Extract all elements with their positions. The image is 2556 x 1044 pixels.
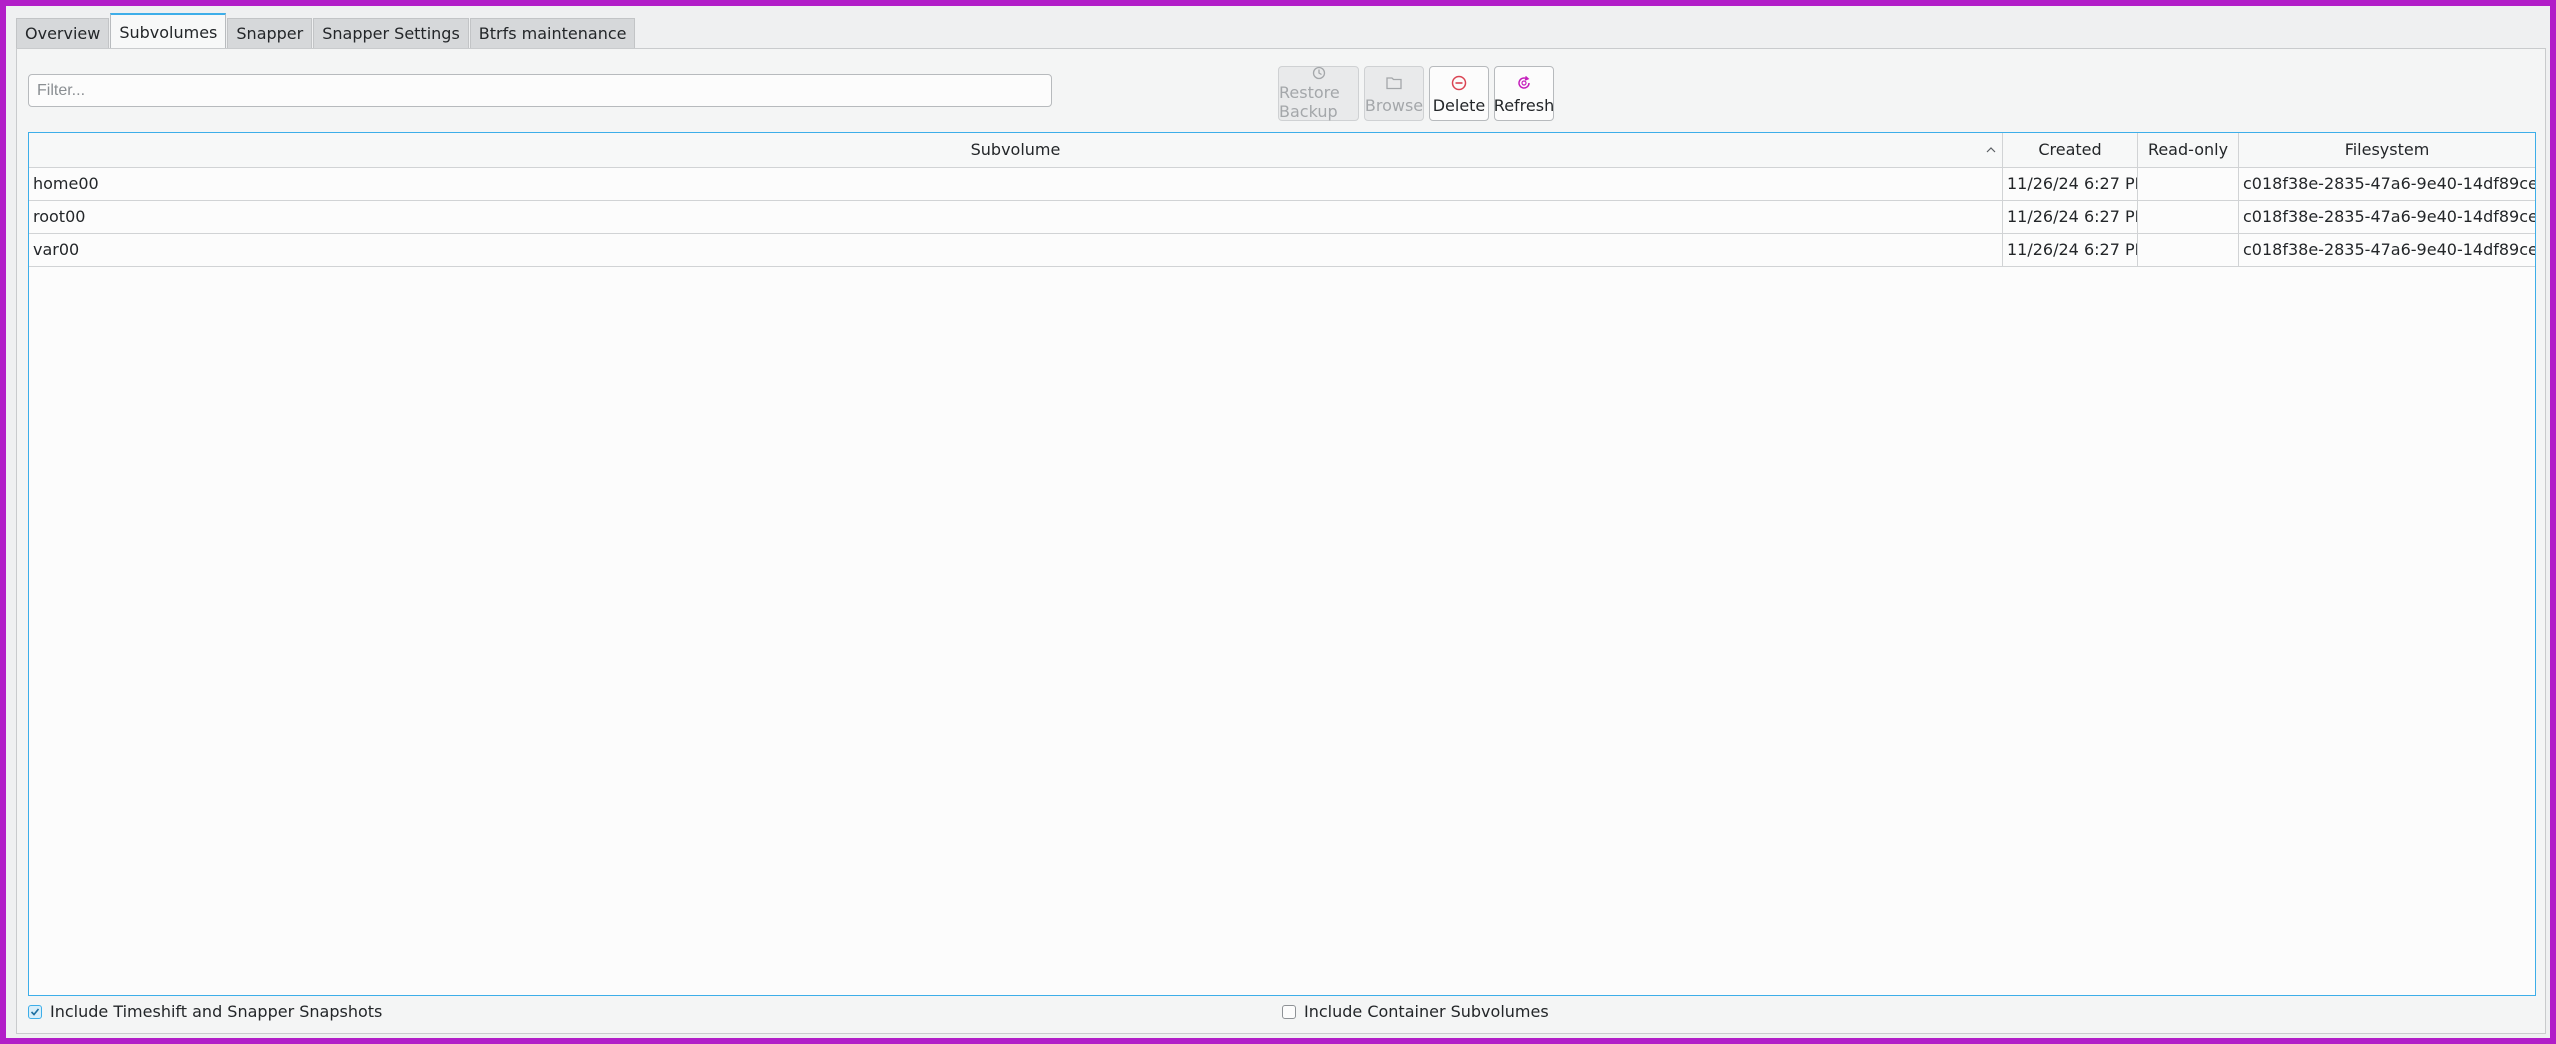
refresh-icon <box>1516 73 1532 93</box>
restore-backup-label: Restore Backup <box>1279 83 1340 121</box>
table-row[interactable]: home00 11/26/24 6:27 PM c018f38e-2835-47… <box>29 168 2535 201</box>
app-window: Overview Subvolumes Snapper Snapper Sett… <box>6 6 2550 1038</box>
delete-button[interactable]: Delete <box>1429 66 1489 121</box>
column-header-subvolume[interactable]: Subvolume <box>29 133 2003 167</box>
subvolumes-table[interactable]: Subvolume Created Read-only Filesystem h… <box>28 132 2536 996</box>
cell-filesystem: c018f38e-2835-47a6-9e40-14df89cea2c3 <box>2243 207 2535 226</box>
cell-created: 11/26/24 6:27 PM <box>2003 168 2138 200</box>
cell-read-only <box>2138 201 2239 233</box>
browse-label: Browse <box>1364 95 1424 115</box>
tab-overview[interactable]: Overview <box>16 18 110 48</box>
table-row[interactable]: var00 11/26/24 6:27 PM c018f38e-2835-47a… <box>29 234 2535 267</box>
cell-read-only <box>2138 168 2239 200</box>
column-header-created[interactable]: Created <box>2003 133 2138 167</box>
delete-label: Delete <box>1432 95 1486 115</box>
cell-created: 11/26/24 6:27 PM <box>2003 234 2138 266</box>
cell-subvolume: var00 <box>29 234 2003 266</box>
delete-icon <box>1451 73 1467 93</box>
cell-subvolume: home00 <box>29 168 2003 200</box>
table-header: Subvolume Created Read-only Filesystem <box>29 133 2535 168</box>
tab-bar: Overview Subvolumes Snapper Snapper Sett… <box>16 13 636 48</box>
tab-snapper-settings[interactable]: Snapper Settings <box>313 18 469 48</box>
subvolumes-panel: Restore Backup Browse Delete Refresh Sub… <box>16 48 2546 1034</box>
restore-icon <box>1312 66 1326 80</box>
cell-read-only <box>2138 234 2239 266</box>
column-header-subvolume-label: Subvolume <box>970 140 1061 159</box>
tab-snapper[interactable]: Snapper <box>227 18 313 48</box>
folder-icon <box>1386 73 1402 93</box>
column-header-read-only[interactable]: Read-only <box>2138 133 2239 167</box>
browse-button[interactable]: Browse <box>1364 66 1424 121</box>
sort-ascending-icon <box>1986 133 1996 179</box>
checkmark-icon <box>30 1007 40 1016</box>
cell-filesystem: c018f38e-2835-47a6-9e40-14df89cea2c3 <box>2243 240 2535 259</box>
refresh-label: Refresh <box>1493 95 1555 115</box>
include-snapshots-option[interactable]: Include Timeshift and Snapper Snapshots <box>28 1002 382 1021</box>
include-container-option[interactable]: Include Container Subvolumes <box>1282 1002 1549 1021</box>
column-header-filesystem[interactable]: Filesystem <box>2239 133 2535 167</box>
include-container-checkbox[interactable] <box>1282 1004 1296 1019</box>
cell-created: 11/26/24 6:27 PM <box>2003 201 2138 233</box>
cell-subvolume: root00 <box>29 201 2003 233</box>
refresh-button[interactable]: Refresh <box>1494 66 1554 121</box>
restore-backup-button[interactable]: Restore Backup <box>1278 66 1359 121</box>
tab-subvolumes[interactable]: Subvolumes <box>110 13 227 48</box>
include-snapshots-checkbox[interactable] <box>28 1004 42 1019</box>
tab-btrfs-maintenance[interactable]: Btrfs maintenance <box>469 18 636 48</box>
filter-input[interactable] <box>28 74 1052 107</box>
cell-filesystem: c018f38e-2835-47a6-9e40-14df89cea2c3 <box>2243 174 2535 193</box>
include-snapshots-label: Include Timeshift and Snapper Snapshots <box>50 1002 383 1021</box>
include-container-label: Include Container Subvolumes <box>1304 1002 1549 1021</box>
table-row[interactable]: root00 11/26/24 6:27 PM c018f38e-2835-47… <box>29 201 2535 234</box>
